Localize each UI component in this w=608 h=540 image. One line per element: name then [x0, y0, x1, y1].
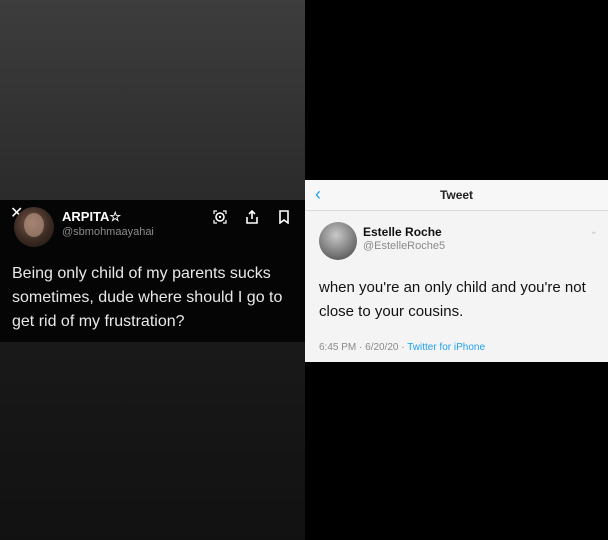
tweet-text: when you're an only child and you're not… — [319, 279, 586, 320]
lens-icon[interactable] — [213, 210, 227, 224]
tweet-text: Being only child of my parents sucks som… — [12, 265, 283, 330]
chevron-down-icon[interactable]: ⌄ — [590, 226, 598, 237]
avatar[interactable] — [319, 222, 357, 260]
user-handle[interactable]: @sbmohmaayahai — [62, 226, 154, 238]
navigation-bar: ‹ Tweet — [305, 180, 608, 211]
user-name[interactable]: Estelle Roche — [363, 225, 442, 239]
tweet-timestamp: 6:45 PM · 6/20/20 · — [319, 342, 408, 353]
left-panel: ✕ ARPITA☆ @sbmohmaayahai Being only chil… — [0, 0, 305, 540]
tweet-metadata: 6:45 PM · 6/20/20 · Twitter for iPhone — [319, 342, 485, 353]
right-tweet-card: ‹ Tweet Estelle Roche @EstelleRoche5 ⌄ w… — [305, 180, 608, 362]
user-handle[interactable]: @EstelleRoche5 — [363, 240, 445, 252]
nav-title: Tweet — [439, 188, 474, 202]
avatar[interactable] — [14, 207, 54, 247]
tweet-source-link[interactable]: Twitter for iPhone — [407, 342, 485, 353]
tweet-actions — [213, 209, 291, 225]
left-tweet-card: ✕ ARPITA☆ @sbmohmaayahai Being only chil… — [0, 200, 305, 342]
user-name[interactable]: ARPITA☆ — [62, 209, 121, 225]
bookmark-icon[interactable] — [277, 210, 291, 225]
share-icon[interactable] — [245, 209, 259, 224]
